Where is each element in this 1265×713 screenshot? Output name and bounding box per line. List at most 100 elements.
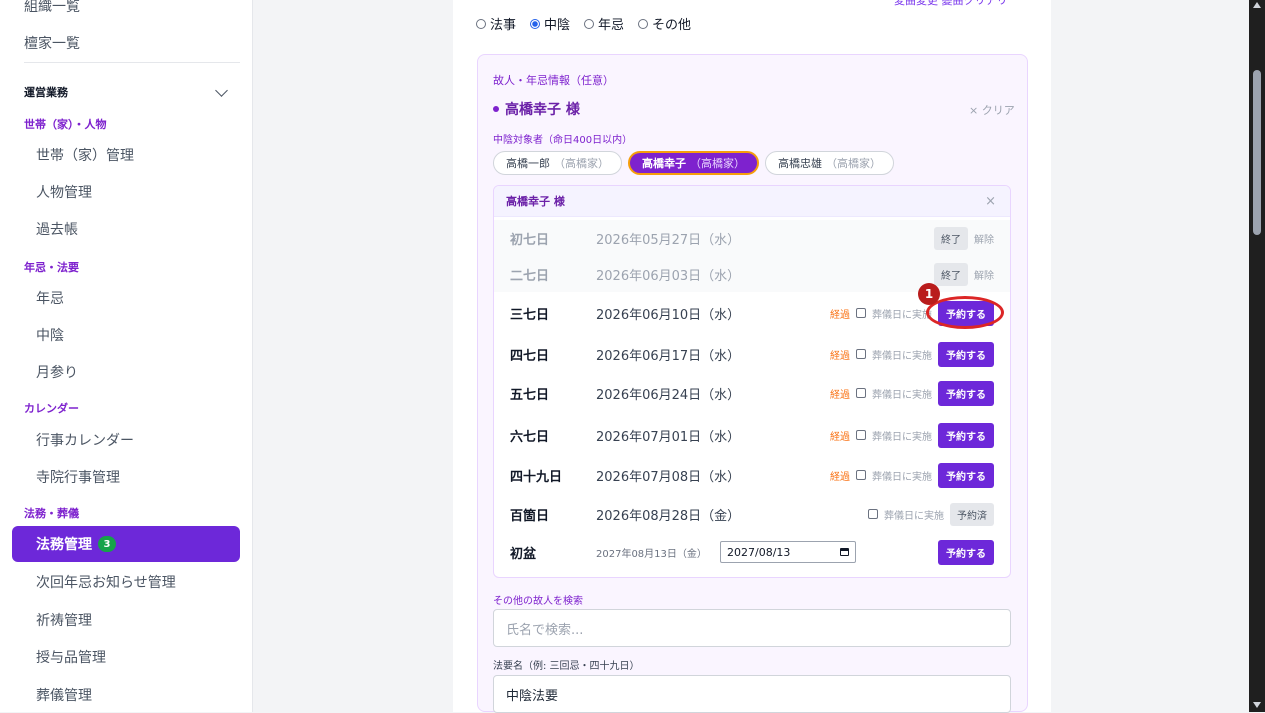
radio-circle-checked[interactable]: [530, 18, 541, 29]
schedule-title: 高橋幸子 様: [506, 195, 565, 208]
type-radio-group: 法事 中陰 年忌 その他: [476, 14, 691, 33]
schedule-row: 四七日 2026年06月17日（水） 経過 葬儀日に実施 予約する: [494, 336, 1010, 372]
sidebar-item-danka[interactable]: 檀家一覧: [24, 33, 80, 53]
date-input-value: 2027/08/13: [727, 545, 791, 559]
done-badge: 終了: [934, 262, 968, 286]
selected-person-name: 高橋幸子 様: [505, 102, 580, 118]
sidebar-item-kito[interactable]: 祈祷管理: [36, 610, 92, 630]
reserve-button[interactable]: 予約する: [938, 341, 994, 367]
person-chip[interactable]: 高橋一郎 （高橋家）: [493, 151, 622, 175]
radio-circle[interactable]: [584, 18, 595, 29]
schedule-row: 百箇日 2026年08月28日（金） 葬儀日に実施 予約済: [494, 496, 1010, 532]
radio-label: 中陰: [544, 18, 571, 33]
sidebar-item-sogi[interactable]: 葬儀管理: [36, 685, 92, 705]
schedule-row: 初七日 2026年05月27日（水） 終了 解除: [494, 220, 1010, 256]
clear-button[interactable]: × クリア: [969, 102, 1015, 118]
chevron-down-icon: [215, 83, 228, 97]
schedule-row: 五七日 2026年06月24日（水） 経過 葬儀日に実施 予約する: [494, 375, 1010, 411]
chip-family: （高橋家）: [690, 157, 745, 170]
sidebar-item-organizations[interactable]: 組織一覧: [24, 0, 80, 16]
funeral-day-label: 葬儀日に実施: [872, 471, 932, 483]
funeral-day-checkbox[interactable]: [856, 430, 866, 440]
top-link[interactable]: 変曲変更 變曲クリアリ: [894, 0, 1008, 8]
radio-hoji[interactable]: 法事: [476, 14, 516, 33]
sidebar-item-tsukimairi[interactable]: 月参り: [36, 362, 78, 382]
sidebar-item-chuin[interactable]: 中陰: [36, 325, 64, 345]
search-label: その他の故人を検索: [493, 596, 583, 607]
scrollbar-thumb[interactable]: [1253, 70, 1261, 235]
selected-person: 高橋幸子 様: [493, 99, 580, 119]
reserve-button[interactable]: 予約する: [938, 539, 994, 565]
calendar-icon[interactable]: [840, 548, 849, 556]
row-name: 四十九日: [510, 469, 563, 485]
search-input[interactable]: 氏名で検索...: [493, 609, 1011, 647]
sidebar-item-kakocho[interactable]: 過去帳: [36, 219, 78, 239]
row-name: 初七日: [510, 232, 550, 248]
row-name: 三七日: [510, 307, 550, 323]
radio-chuin[interactable]: 中陰: [530, 14, 570, 33]
done-badge: 終了: [934, 226, 968, 250]
chip-name: 高橋幸子: [642, 157, 686, 170]
chip-family: （高橋家）: [554, 157, 609, 170]
row-name: 四七日: [510, 348, 550, 364]
radio-label: 年忌: [598, 18, 625, 33]
passed-label: 経過: [830, 350, 850, 362]
chip-family: （高橋家）: [826, 157, 881, 170]
sidebar-item-household-mgmt[interactable]: 世帯（家）管理: [36, 145, 134, 165]
radio-nenki[interactable]: 年忌: [584, 14, 624, 33]
radio-label: その他: [652, 18, 692, 33]
sidebar-divider: [24, 62, 240, 63]
sidebar-item-homu-mgmt[interactable]: 法務管理 3: [12, 526, 240, 562]
radio-circle[interactable]: [638, 18, 649, 29]
funeral-day-checkbox[interactable]: [856, 308, 866, 318]
reserve-button[interactable]: 予約する: [938, 380, 994, 406]
row-name: 六七日: [510, 429, 550, 445]
row-name: 初盆: [510, 546, 537, 562]
schedule-row: 六七日 2026年07月01日（水） 経過 葬儀日に実施 予約する: [494, 417, 1010, 453]
radio-label: 法事: [490, 18, 517, 33]
sidebar-item-temple-events[interactable]: 寺院行事管理: [36, 467, 120, 487]
close-icon[interactable]: ×: [985, 194, 996, 209]
count-badge: 3: [98, 536, 116, 552]
funeral-day-label: 葬儀日に実施: [872, 309, 932, 321]
sidebar-item-juyohin[interactable]: 授与品管理: [36, 647, 106, 667]
annotation-number: 1: [918, 283, 940, 305]
person-chip-selected[interactable]: 高橋幸子 （高橋家）: [628, 151, 759, 175]
sidebar-item-next-notice[interactable]: 次回年忌お知らせ管理: [36, 572, 176, 592]
sidebar-item-nenki[interactable]: 年忌: [36, 288, 64, 308]
row-date: 2026年06月10日（水）: [596, 307, 741, 323]
radio-other[interactable]: その他: [638, 14, 691, 33]
row-date: 2026年05月27日（水）: [596, 232, 741, 248]
reserve-button[interactable]: 予約する: [938, 462, 994, 488]
row-date: 2026年06月17日（水）: [596, 348, 741, 364]
schedule-row: 初盆 2027年08月13日（金） 2027/08/13 予約する: [494, 534, 1010, 570]
funeral-day-label: 葬儀日に実施: [884, 510, 944, 522]
funeral-day-checkbox[interactable]: [856, 388, 866, 398]
date-input[interactable]: 2027/08/13: [720, 541, 856, 563]
reserve-button[interactable]: 予約する: [938, 422, 994, 448]
row-date: 2026年06月03日（水）: [596, 268, 741, 284]
funeral-day-checkbox[interactable]: [856, 349, 866, 359]
passed-label: 経過: [830, 431, 850, 443]
row-date: 2026年08月28日（金）: [596, 508, 741, 524]
funeral-day-checkbox[interactable]: [868, 509, 878, 519]
row-name: 百箇日: [510, 508, 550, 524]
row-name: 五七日: [510, 387, 550, 403]
sidebar-section-operations[interactable]: 運営業務: [24, 83, 230, 100]
person-chip[interactable]: 高橋忠雄 （高橋家）: [765, 151, 894, 175]
undo-button[interactable]: 解除: [974, 231, 994, 246]
passed-label: 経過: [830, 309, 850, 321]
passed-label: 経過: [830, 471, 850, 483]
row-date: 2027年08月13日（金）: [596, 548, 707, 560]
sidebar: 組織一覧 檀家一覧 運営業務 世帯（家）・人物 世帯（家）管理 人物管理 過去帳…: [0, 0, 253, 712]
hoyo-name-input[interactable]: 中陰法要: [493, 675, 1011, 713]
sidebar-item-event-calendar[interactable]: 行事カレンダー: [36, 430, 134, 450]
sidebar-item-person-mgmt[interactable]: 人物管理: [36, 182, 92, 202]
funeral-day-checkbox[interactable]: [856, 470, 866, 480]
scroll-down-icon[interactable]: [1253, 702, 1261, 708]
chuin-target-label: 中陰対象者（命日400日以内）: [493, 135, 633, 146]
undo-button[interactable]: 解除: [974, 267, 994, 282]
scroll-up-icon[interactable]: [1253, 2, 1261, 8]
radio-circle[interactable]: [476, 18, 486, 29]
row-date: 2026年07月08日（水）: [596, 469, 741, 485]
